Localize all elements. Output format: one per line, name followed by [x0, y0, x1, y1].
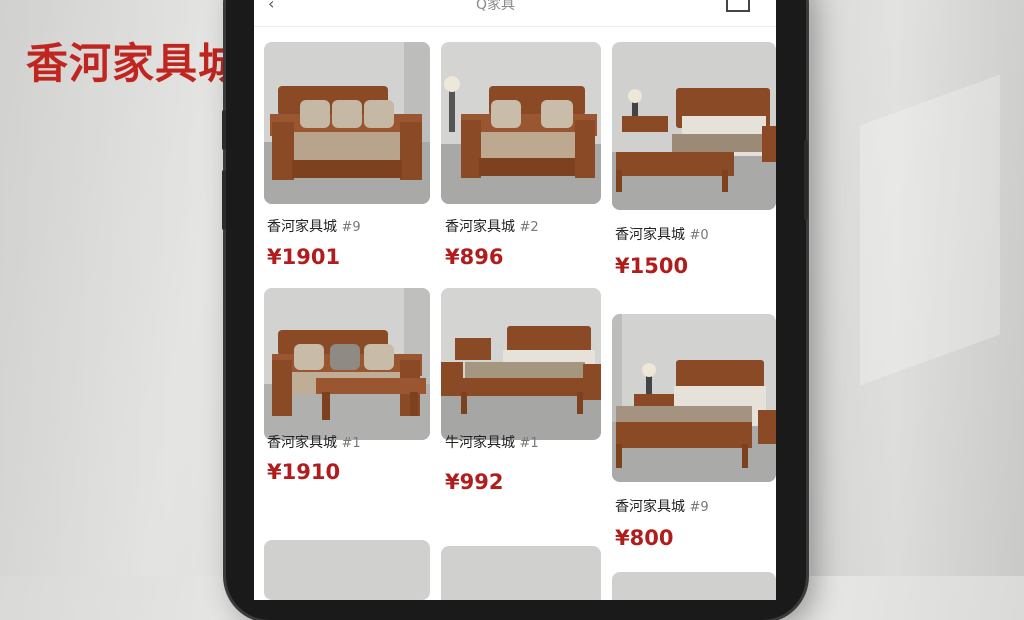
product-sku: #1	[519, 436, 539, 451]
product-price: ¥1901	[267, 245, 341, 269]
product-sku: #1	[341, 436, 361, 451]
product-price: ¥992	[445, 470, 504, 494]
product-title[interactable]: 香河家具城 #0	[615, 224, 709, 244]
product-image[interactable]	[612, 572, 776, 600]
product-title[interactable]: 香河家具城 #1	[267, 432, 361, 452]
product-price: ¥800	[615, 526, 674, 550]
product-name[interactable]: 香河家具城	[445, 219, 515, 235]
product-price: ¥1500	[615, 254, 689, 278]
product-image[interactable]	[441, 42, 601, 204]
phone-power-button	[804, 140, 808, 220]
phone-screen: ‹ Q家具 香河家具城 #9 ¥1901 香河家具城 #2 ¥896 香河家具城…	[254, 0, 776, 600]
product-image[interactable]	[441, 288, 601, 440]
product-price: ¥1910	[267, 460, 341, 484]
product-sku: #2	[519, 220, 539, 235]
brand-title: 香河家具城	[26, 39, 242, 88]
product-name[interactable]: 牛河家具城	[445, 435, 515, 451]
phone-volume-button	[222, 110, 226, 150]
back-icon[interactable]: ‹	[268, 0, 274, 13]
product-image[interactable]	[612, 42, 776, 210]
cart-icon[interactable]	[726, 0, 750, 12]
product-name[interactable]: 香河家具城	[267, 219, 337, 235]
product-sku: #9	[689, 500, 709, 515]
product-name[interactable]: 香河家具城	[615, 227, 685, 243]
product-name[interactable]: 香河家具城	[267, 435, 337, 451]
product-title[interactable]: 香河家具城 #9	[615, 496, 709, 516]
product-title[interactable]: 香河家具城 #9	[267, 216, 361, 236]
app-topbar: ‹ Q家具	[254, 0, 776, 27]
product-price: ¥896	[445, 245, 504, 269]
product-image[interactable]	[264, 288, 430, 440]
product-image[interactable]	[441, 546, 601, 600]
product-image[interactable]	[264, 42, 430, 204]
product-name[interactable]: 香河家具城	[615, 499, 685, 515]
product-sku: #0	[689, 228, 709, 243]
phone-volume-button	[222, 170, 226, 230]
search-field[interactable]: Q家具	[476, 0, 515, 14]
product-title[interactable]: 牛河家具城 #1	[445, 432, 539, 452]
product-sku: #9	[341, 220, 361, 235]
product-image[interactable]	[264, 540, 430, 600]
product-title[interactable]: 香河家具城 #2	[445, 216, 539, 236]
product-image[interactable]	[612, 314, 776, 482]
